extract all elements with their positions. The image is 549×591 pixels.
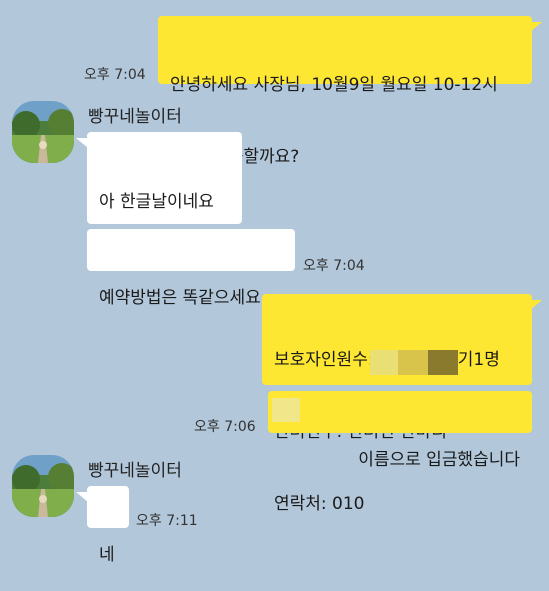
incoming-message[interactable]: 네 bbox=[87, 486, 129, 565]
redacted-phone bbox=[370, 350, 458, 375]
message-text: 이름으로 입금했습니다 bbox=[358, 450, 520, 470]
profile-photo-icon bbox=[12, 455, 74, 517]
avatar[interactable] bbox=[12, 455, 74, 517]
incoming-message[interactable]: 예약방법은 똑같으세요 bbox=[87, 229, 295, 308]
message-time: 오후 7:04 bbox=[84, 67, 146, 83]
message-time: 오후 7:11 bbox=[136, 513, 198, 529]
sender-name: 빵꾸네놀이터 bbox=[88, 461, 182, 481]
profile-photo-icon bbox=[12, 101, 74, 163]
outgoing-message[interactable]: 이름으로 입금했습니다 bbox=[268, 391, 532, 470]
message-time: 오후 7:04 bbox=[303, 258, 365, 274]
message-text: 안녕하세요 사장님, 10월9일 월요일 10-12시 bbox=[170, 75, 498, 95]
bubble-tail bbox=[530, 300, 542, 310]
bubble-tail bbox=[530, 22, 542, 32]
sender-name: 빵꾸네놀이터 bbox=[88, 107, 182, 127]
outgoing-message[interactable]: 안녕하세요 사장님, 10월9일 월요일 10-12시 예약 가능할까요? bbox=[158, 16, 532, 167]
avatar[interactable] bbox=[12, 101, 74, 163]
incoming-message[interactable]: 아 한글날이네요 가능합니다 bbox=[87, 132, 242, 260]
message-text: 예약방법은 똑같으세요 bbox=[99, 288, 261, 308]
redacted-name bbox=[272, 398, 300, 422]
message-text: 네 bbox=[99, 545, 115, 565]
message-time: 오후 7:06 bbox=[194, 419, 256, 435]
